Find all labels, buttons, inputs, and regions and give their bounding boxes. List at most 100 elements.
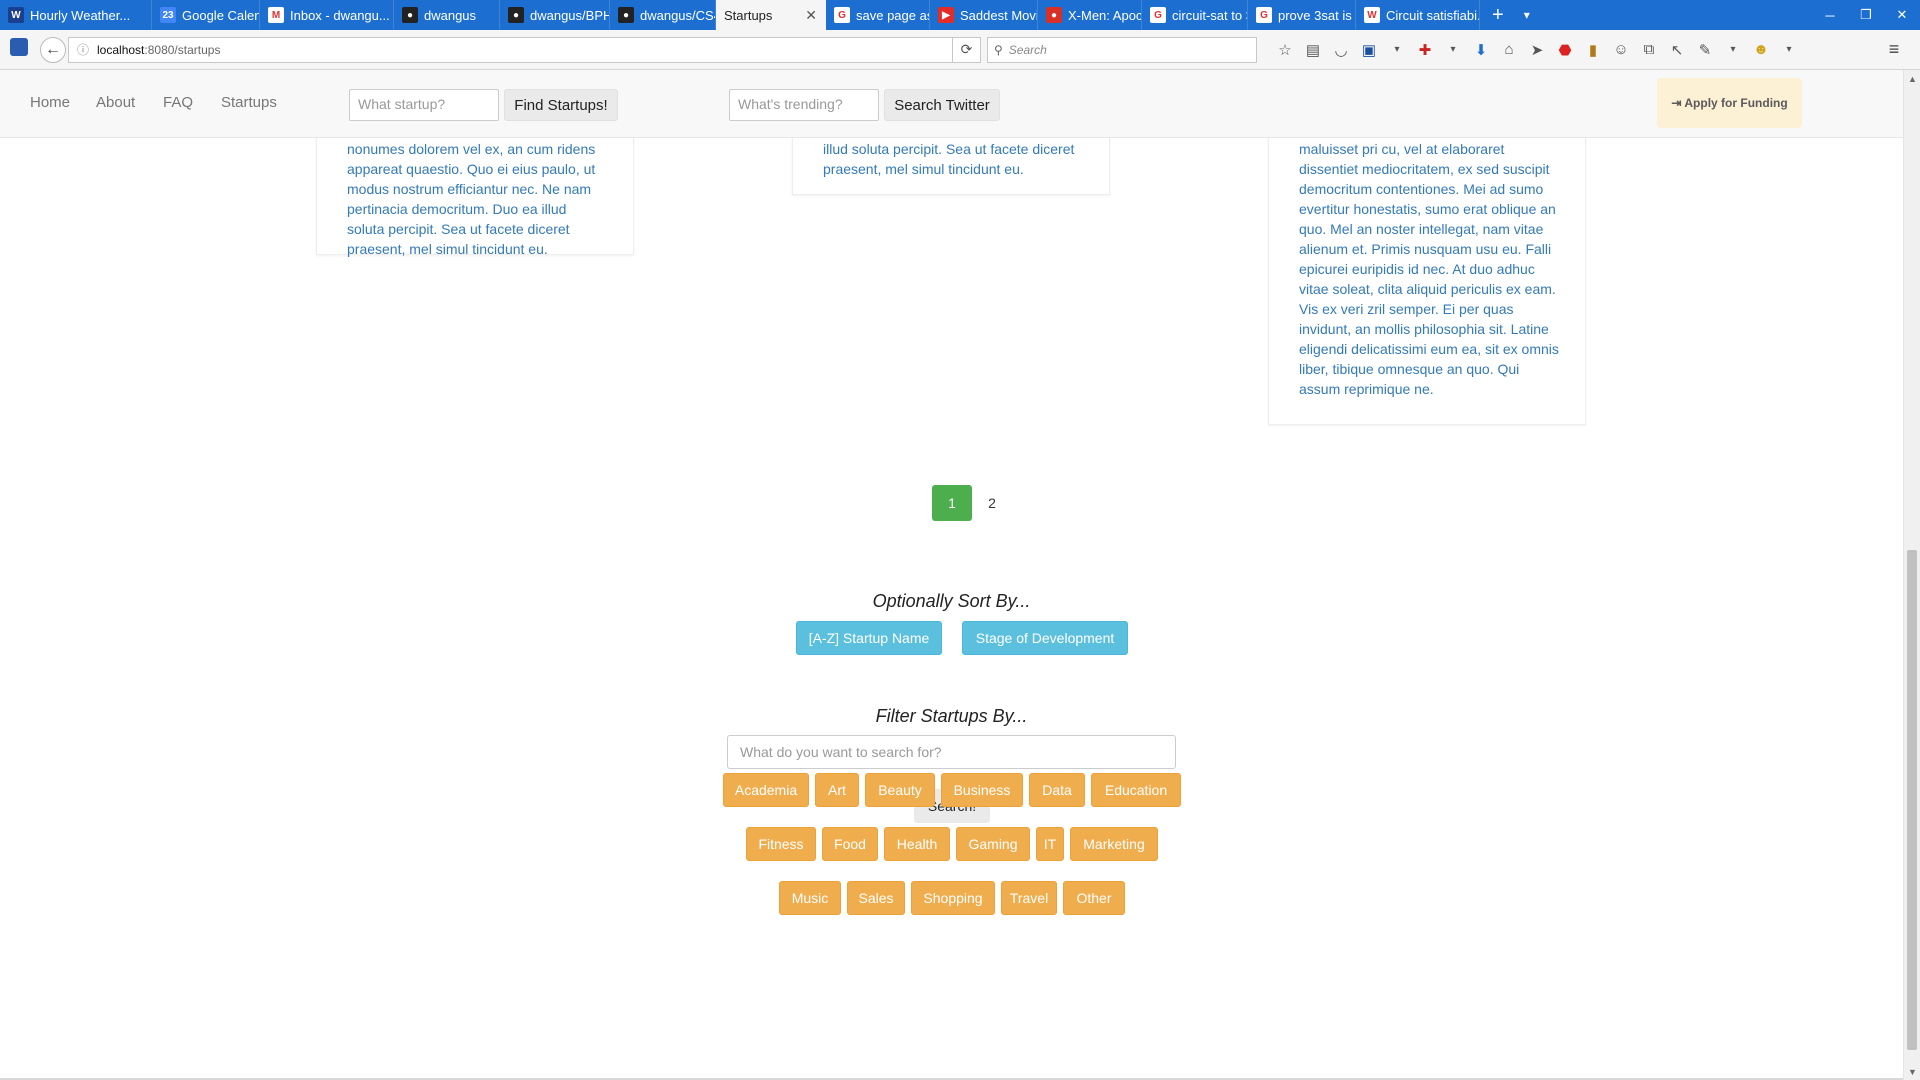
tag-shopping[interactable]: Shopping bbox=[911, 881, 995, 915]
dropdown-icon[interactable]: ▾ bbox=[1439, 37, 1467, 63]
filter-heading: Filter Startups By... bbox=[875, 706, 1028, 726]
tab-list-dropdown-icon[interactable]: ▾ bbox=[1516, 0, 1538, 30]
card-description: dolor suscipit adolescens. Aliquam malui… bbox=[1299, 121, 1559, 397]
monkey-icon[interactable]: ☻ bbox=[1747, 37, 1775, 63]
page-1-button[interactable]: 1 bbox=[932, 485, 972, 521]
tag-other[interactable]: Other bbox=[1063, 881, 1125, 915]
browser-tab[interactable]: ● dwangus/CS41... bbox=[610, 0, 716, 30]
browser-tab[interactable]: Gsave page as ht... bbox=[826, 0, 930, 30]
close-window-icon[interactable]: ✕ bbox=[1884, 0, 1920, 30]
hamburger-menu-icon[interactable]: ≡ bbox=[1880, 37, 1908, 63]
tag-health[interactable]: Health bbox=[884, 827, 950, 861]
minimize-icon[interactable]: ─ bbox=[1812, 0, 1848, 30]
page-2-button[interactable]: 2 bbox=[972, 485, 1012, 521]
dropdown-icon[interactable]: ▾ bbox=[1719, 37, 1747, 63]
vertical-scrollbar[interactable]: ▲ ▼ bbox=[1903, 70, 1920, 1080]
browser-tab-label: Saddest Movies... bbox=[960, 7, 1038, 23]
browser-tab-label: X-Men: Apocal... bbox=[1068, 7, 1142, 23]
tag-gaming[interactable]: Gaming bbox=[956, 827, 1030, 861]
browser-tab[interactable]: ● dwangus/BPHC bbox=[500, 0, 610, 30]
filter-search-input[interactable]: What do you want to search for? bbox=[727, 735, 1176, 769]
trending-search-input[interactable]: What's trending? bbox=[729, 89, 879, 121]
close-tab-icon[interactable]: ✕ bbox=[799, 7, 817, 24]
browser-tab-label: save page as ht... bbox=[856, 7, 929, 23]
browser-search-field[interactable]: ⚲ Search bbox=[987, 36, 1257, 63]
card-description: simul habemus euripidis cu. Brute nonume… bbox=[347, 121, 596, 257]
scroll-up-icon[interactable]: ▲ bbox=[1904, 70, 1920, 87]
browser-tab-label: dwangus bbox=[424, 7, 477, 23]
dropdown-icon[interactable]: ▾ bbox=[1775, 37, 1803, 63]
nav-link-faq[interactable]: FAQ bbox=[163, 94, 193, 111]
tag-it[interactable]: IT bbox=[1036, 827, 1064, 861]
bookmark-folder-icon[interactable]: ▮ bbox=[1579, 37, 1607, 63]
browser-tab[interactable]: Gprove 3sat is np... bbox=[1248, 0, 1356, 30]
tag-art[interactable]: Art bbox=[815, 773, 859, 807]
google-icon: G bbox=[1256, 7, 1272, 23]
tag-beauty[interactable]: Beauty bbox=[865, 773, 935, 807]
info-icon[interactable]: ⓘ bbox=[77, 41, 89, 58]
restore-icon[interactable]: ❐ bbox=[1848, 0, 1884, 30]
bookmark-star-icon[interactable]: ☆ bbox=[1271, 37, 1299, 63]
addon-icon[interactable]: ✎ bbox=[1691, 37, 1719, 63]
browser-tab[interactable]: Startups ✕ bbox=[716, 0, 826, 30]
calendar-icon: 23 bbox=[160, 7, 176, 23]
gmail-icon: M bbox=[268, 7, 284, 23]
browser-tab[interactable]: M Inbox - dwangu... bbox=[260, 0, 394, 30]
nav-link-startups[interactable]: Startups bbox=[221, 94, 277, 111]
browser-tab[interactable]: ● X-Men: Apocal... bbox=[1038, 0, 1142, 30]
pocket-icon[interactable]: ◡ bbox=[1327, 37, 1355, 63]
addon-red-cross-icon[interactable]: ✚ bbox=[1411, 37, 1439, 63]
window-controls: ─ ❐ ✕ bbox=[1812, 0, 1920, 30]
tag-travel[interactable]: Travel bbox=[1001, 881, 1057, 915]
tag-sales[interactable]: Sales bbox=[847, 881, 905, 915]
sort-by-name-button[interactable]: [A-Z] Startup Name bbox=[796, 621, 942, 655]
dropdown-icon[interactable]: ▾ bbox=[1383, 37, 1411, 63]
adblock-icon[interactable]: ⬣ bbox=[1551, 37, 1579, 63]
tag-data[interactable]: Data bbox=[1029, 773, 1085, 807]
home-icon[interactable]: ⌂ bbox=[1495, 37, 1523, 63]
sort-by-stage-button[interactable]: Stage of Development bbox=[962, 621, 1128, 655]
nav-link-home[interactable]: Home bbox=[30, 94, 70, 111]
reload-icon[interactable]: ⟳ bbox=[953, 36, 981, 63]
apply-for-funding-label: Apply for Funding bbox=[1684, 96, 1788, 110]
browser-tab-label: Startups bbox=[724, 7, 773, 23]
scroll-down-icon[interactable]: ▼ bbox=[1904, 1063, 1920, 1080]
site-navbar: Home About FAQ Startups What startup? Fi… bbox=[0, 70, 1903, 138]
tag-fitness[interactable]: Fitness bbox=[746, 827, 816, 861]
scrollbar-thumb[interactable] bbox=[1907, 550, 1917, 1050]
browser-tab[interactable]: W Hourly Weather... bbox=[0, 0, 152, 30]
nav-link-about[interactable]: About bbox=[96, 94, 135, 111]
sync-icon[interactable]: ⧉ bbox=[1635, 37, 1663, 63]
arrow-icon[interactable]: ↖ bbox=[1663, 37, 1691, 63]
find-startups-button[interactable]: Find Startups! bbox=[504, 89, 618, 121]
github-icon: ● bbox=[618, 7, 634, 23]
wikipedia-icon: W bbox=[1364, 7, 1380, 23]
browser-tab-label: dwangus/BPHC bbox=[530, 7, 609, 23]
browser-tab[interactable]: ▶ Saddest Movies... bbox=[930, 0, 1038, 30]
browser-toolbar: ☆ ▤ ◡ ▣ ▾ ✚ ▾ ⬇ ⌂ ➤ ⬣ ▮ ☺ ⧉ ↖ ✎ ▾ ☻ ▾ bbox=[1271, 37, 1803, 63]
url-bar[interactable]: ⓘ localhost:8080/startups bbox=[68, 36, 953, 63]
apply-for-funding-button[interactable]: ⇥ Apply for Funding bbox=[1657, 78, 1802, 128]
browser-tab[interactable]: 23 Google Calenda... bbox=[152, 0, 260, 30]
send-icon[interactable]: ➤ bbox=[1523, 37, 1551, 63]
chat-icon[interactable]: ☺ bbox=[1607, 37, 1635, 63]
save-icon[interactable]: ▣ bbox=[1355, 37, 1383, 63]
tag-music[interactable]: Music bbox=[779, 881, 841, 915]
reading-list-icon[interactable]: ▤ bbox=[1299, 37, 1327, 63]
search-twitter-button[interactable]: Search Twitter bbox=[884, 89, 1000, 121]
startup-search-input[interactable]: What startup? bbox=[349, 89, 499, 121]
github-icon: ● bbox=[402, 7, 418, 23]
browser-tab[interactable]: ● dwangus bbox=[394, 0, 500, 30]
download-icon[interactable]: ⬇ bbox=[1467, 37, 1495, 63]
browser-tab-label: dwangus/CS41... bbox=[640, 7, 715, 23]
browser-tab[interactable]: Gcircuit-sat to 3-... bbox=[1142, 0, 1248, 30]
back-button[interactable]: ← bbox=[40, 36, 66, 63]
browser-tab[interactable]: W Circuit satisfiabi... bbox=[1356, 0, 1480, 30]
tag-food[interactable]: Food bbox=[822, 827, 878, 861]
site-identity-icon bbox=[10, 38, 28, 56]
tag-education[interactable]: Education bbox=[1091, 773, 1181, 807]
tag-academia[interactable]: Academia bbox=[723, 773, 809, 807]
tag-business[interactable]: Business bbox=[941, 773, 1023, 807]
tag-marketing[interactable]: Marketing bbox=[1070, 827, 1158, 861]
new-tab-button[interactable]: + bbox=[1480, 0, 1516, 30]
